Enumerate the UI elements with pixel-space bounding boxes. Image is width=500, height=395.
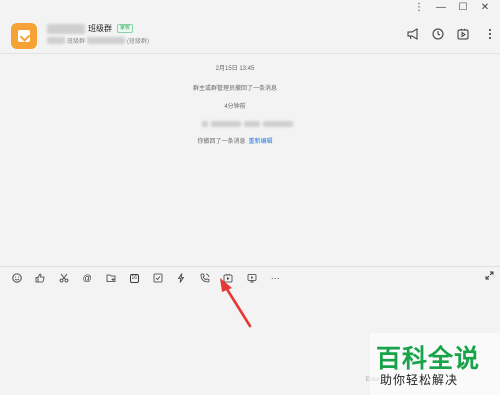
group-title[interactable]: 班级群 <box>88 23 112 34</box>
message-list: 2月15日 13:45 群主或群管理员撤回了一条消息 4分钟前 你撤回了一条消息… <box>0 55 500 267</box>
redacted-name <box>47 23 85 34</box>
watermark-title: 百科全说 <box>376 345 481 373</box>
megaphone-icon[interactable] <box>406 27 420 41</box>
close-button[interactable]: ✕ <box>474 0 496 14</box>
redacted-middle <box>87 37 126 44</box>
expand-icon[interactable] <box>485 271 494 282</box>
header-actions <box>406 27 470 41</box>
history-icon[interactable] <box>431 27 445 41</box>
checkbox-icon[interactable] <box>146 271 170 285</box>
redacted-prefix <box>47 37 65 44</box>
group-avatar[interactable] <box>11 23 37 49</box>
more-options-icon[interactable] <box>488 28 492 43</box>
watermark-subtitle: 助你轻松解决 <box>380 373 459 387</box>
calendar-icon[interactable]: 16 <box>123 271 147 285</box>
watermark: 百科全说 助你轻松解决 <box>370 333 500 395</box>
divider <box>0 266 500 267</box>
recall-message: 你撤回了一条消息 重新编辑 <box>0 136 470 145</box>
subtitle-prefix: 班级群 <box>67 39 86 45</box>
mention-icon[interactable]: @ <box>76 271 100 285</box>
minimize-button[interactable]: — <box>430 0 452 14</box>
lightning-icon[interactable] <box>170 271 194 285</box>
live-video-icon[interactable] <box>217 271 241 285</box>
more-icon[interactable]: ··· <box>264 271 288 285</box>
chat-window: ⋮ — ☐ ✕ 班级群 家校 班级群 (班级群) 2月15日 13:45 群主或… <box>0 0 500 395</box>
recall-text: 你撤回了一条消息 <box>197 139 246 145</box>
group-tag: 家校 <box>117 24 134 33</box>
input-toolbar: @ 16 ··· <box>5 271 287 285</box>
maximize-button[interactable]: ☐ <box>452 0 474 14</box>
timestamp: 4分钟前 <box>224 104 246 110</box>
title-row: 班级群 家校 <box>47 23 134 34</box>
re-edit-link[interactable]: 重新编辑 <box>249 139 273 145</box>
screen-share-icon[interactable] <box>240 271 264 285</box>
timestamp: 2月15日 13:45 <box>215 66 255 72</box>
redacted-line <box>202 121 293 127</box>
like-icon[interactable] <box>29 271 53 285</box>
scissors-icon[interactable] <box>52 271 76 285</box>
system-message: 群主或群管理员撤回了一条消息 <box>192 86 277 92</box>
folder-icon[interactable] <box>99 271 123 285</box>
menu-dots-icon[interactable]: ⋮ <box>408 0 430 14</box>
video-icon[interactable] <box>456 27 470 41</box>
phone-icon[interactable] <box>193 271 217 285</box>
emoji-icon[interactable] <box>5 271 29 285</box>
subtitle-suffix: (班级群) <box>127 39 150 45</box>
chat-header: 班级群 家校 班级群 (班级群) <box>0 14 500 54</box>
window-controls: ⋮ — ☐ ✕ <box>408 0 496 14</box>
subtitle-row: 班级群 (班级群) <box>47 36 149 45</box>
